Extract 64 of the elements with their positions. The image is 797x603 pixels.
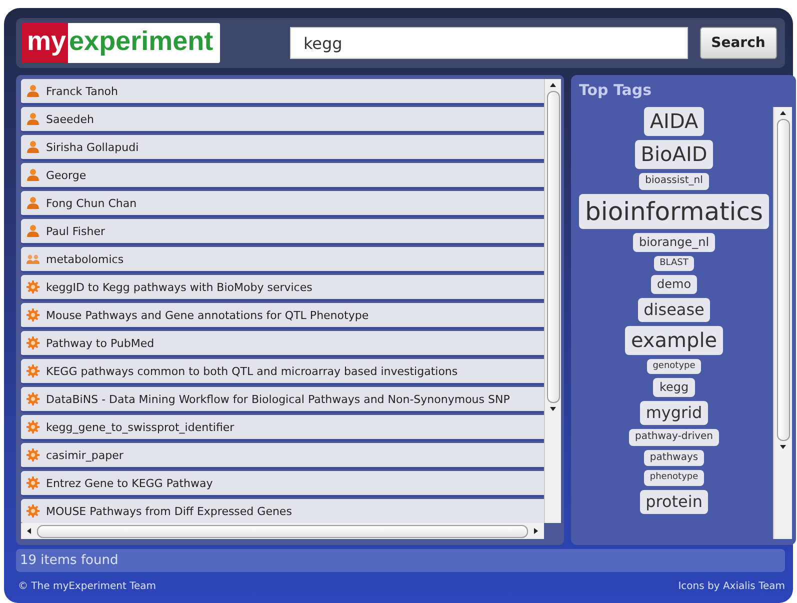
copyright-text: © The myExperiment Team — [18, 580, 156, 592]
tag-link[interactable]: protein — [640, 490, 708, 514]
result-item[interactable]: metabolomics — [21, 247, 544, 273]
left-arrow-icon[interactable] — [25, 527, 33, 535]
gear-icon — [26, 280, 40, 294]
gear-icon — [26, 504, 40, 518]
tag-link[interactable]: kegg — [653, 378, 695, 398]
gear-icon — [26, 476, 40, 490]
tag-link[interactable]: disease — [638, 298, 710, 322]
person-icon — [26, 168, 40, 182]
result-item[interactable]: DataBiNS - Data Mining Workflow for Biological Pathways and Non-Synonymous SNP — [21, 387, 544, 413]
down-arrow-icon[interactable] — [549, 405, 557, 413]
tag-link[interactable]: BioAID — [634, 140, 714, 169]
right-arrow-icon[interactable] — [532, 527, 540, 535]
result-item[interactable]: kegg_gene_to_swissprot_identifier — [21, 415, 544, 441]
tag-link[interactable]: AIDA — [644, 107, 704, 136]
gear-icon — [26, 420, 40, 434]
up-arrow-icon[interactable] — [549, 81, 557, 89]
result-item[interactable]: Sirisha Gollapudi — [21, 135, 544, 161]
gear-icon — [26, 448, 40, 462]
gear-icon — [26, 392, 40, 406]
result-item[interactable]: KEGG pathways common to both QTL and microarray based investigations — [21, 359, 544, 385]
result-item[interactable]: Fong Chun Chan — [21, 191, 544, 217]
vertical-scrollbar[interactable] — [773, 107, 792, 539]
result-item[interactable]: casimir_paper — [21, 443, 544, 469]
tag-link[interactable]: bioassist_nl — [639, 173, 709, 190]
result-item[interactable]: Entrez Gene to KEGG Pathway — [21, 471, 544, 497]
person-icon — [26, 224, 40, 238]
result-item[interactable]: keggID to Kegg pathways with BioMoby services — [21, 275, 544, 301]
tag-link[interactable]: mygrid — [640, 401, 708, 426]
result-item[interactable]: MOUSE Pathways from Diff Expressed Genes — [21, 499, 544, 523]
panel-title: Top Tags — [579, 81, 653, 101]
person-icon — [26, 140, 40, 154]
tag-link[interactable]: biorange_nl — [632, 232, 716, 252]
status-bar: 19 items found — [16, 549, 785, 572]
people-icon — [26, 252, 40, 266]
result-item[interactable]: George — [21, 163, 544, 189]
gear-icon — [26, 364, 40, 378]
tag-link[interactable]: bioinformatics — [579, 194, 770, 229]
search-field[interactable]: kegg — [290, 27, 688, 59]
horizontal-scrollbar[interactable] — [21, 523, 544, 539]
result-item[interactable]: Pathway to PubMed — [21, 331, 544, 357]
tag-link[interactable]: example — [624, 326, 724, 355]
result-item[interactable]: Saeedeh — [21, 107, 544, 133]
person-icon — [26, 112, 40, 126]
tag-link[interactable]: genotype — [646, 359, 702, 374]
vertical-scrollbar[interactable] — [544, 79, 561, 523]
result-item[interactable]: Mouse Pathways and Gene annotations for QTL Phenotype — [21, 303, 544, 329]
gear-icon — [26, 336, 40, 350]
result-item[interactable]: Franck Tanoh — [21, 79, 544, 105]
tag-link[interactable]: pathways — [644, 450, 704, 466]
logo: myexperiment — [22, 23, 220, 63]
search-button[interactable]: Search — [700, 27, 777, 59]
gear-icon — [26, 308, 40, 322]
tag-link[interactable]: demo — [651, 275, 698, 294]
tag-link[interactable]: pathway-driven — [628, 429, 720, 446]
person-icon — [26, 196, 40, 210]
result-item[interactable]: Paul Fisher — [21, 219, 544, 245]
tag-link[interactable]: phenotype — [644, 470, 704, 486]
up-arrow-icon[interactable] — [779, 109, 788, 117]
down-arrow-icon[interactable] — [779, 443, 788, 451]
tag-link[interactable]: BLAST — [654, 256, 694, 271]
credits-text: Icons by Axialis Team — [678, 580, 785, 592]
person-icon — [26, 84, 40, 98]
